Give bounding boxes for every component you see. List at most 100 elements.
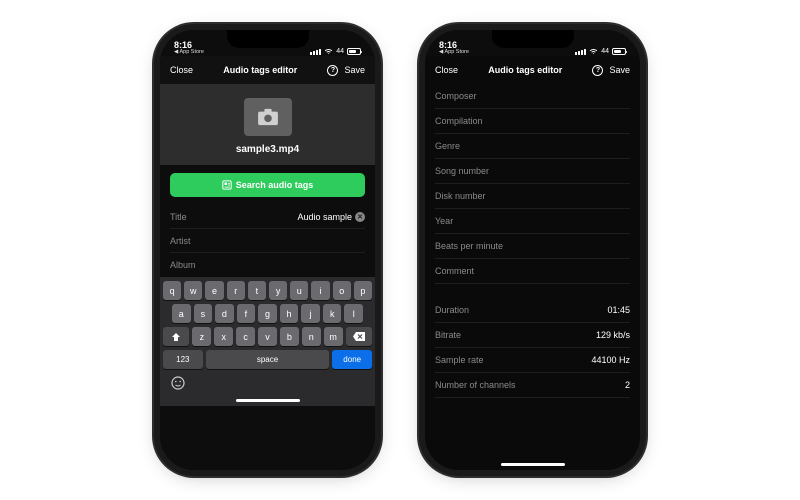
wifi-icon	[324, 48, 333, 55]
key-r[interactable]: r	[227, 281, 245, 300]
key-x[interactable]: x	[214, 327, 233, 346]
close-button[interactable]: Close	[170, 65, 193, 75]
field-title[interactable]: Title Audio sample ✕	[170, 205, 365, 229]
field-album[interactable]: Album	[170, 253, 365, 277]
nav-bar: Close Audio tags editor ? Save	[425, 56, 640, 84]
shift-icon	[171, 332, 181, 342]
key-z[interactable]: z	[192, 327, 211, 346]
field-value: 2	[625, 380, 630, 390]
phone-right: 8:16 ◀ App Store 44 Close Audio tags edi…	[425, 30, 640, 470]
status-right: 44	[575, 48, 626, 55]
artwork-section: sample3.mp4	[160, 84, 375, 165]
field-label: Disk number	[435, 191, 486, 201]
status-right: 44	[310, 48, 361, 55]
field-label: Composer	[435, 91, 477, 101]
key-a[interactable]: a	[172, 304, 191, 323]
key-b[interactable]: b	[280, 327, 299, 346]
field-artist-label: Artist	[170, 236, 191, 246]
battery-icon	[612, 48, 626, 55]
key-h[interactable]: h	[280, 304, 299, 323]
key-v[interactable]: v	[258, 327, 277, 346]
key-t[interactable]: t	[248, 281, 266, 300]
field-album-label: Album	[170, 260, 196, 270]
wifi-icon	[589, 48, 598, 55]
home-indicator[interactable]	[236, 399, 300, 402]
clear-icon[interactable]: ✕	[355, 212, 365, 222]
field-comment[interactable]: Comment	[435, 259, 630, 284]
help-icon[interactable]: ?	[327, 65, 338, 76]
field-disk-number[interactable]: Disk number	[435, 184, 630, 209]
status-back-label: App Store	[444, 49, 468, 55]
home-indicator[interactable]	[501, 463, 565, 466]
filename-label: sample3.mp4	[236, 144, 299, 155]
field-compilation[interactable]: Compilation	[435, 109, 630, 134]
key-l[interactable]: l	[344, 304, 363, 323]
artwork-placeholder[interactable]	[244, 98, 292, 136]
key-123[interactable]: 123	[163, 350, 203, 369]
search-button-label: Search audio tags	[236, 180, 314, 190]
field-bitrate: Bitrate 129 kb/s	[435, 323, 630, 348]
field-beats-per-minute[interactable]: Beats per minute	[435, 234, 630, 259]
key-q[interactable]: q	[163, 281, 181, 300]
signal-icon	[310, 49, 321, 55]
nav-bar: Close Audio tags editor ? Save	[160, 56, 375, 84]
key-s[interactable]: s	[194, 304, 213, 323]
key-space[interactable]: space	[206, 350, 330, 369]
field-composer[interactable]: Composer	[435, 84, 630, 109]
page-title: Audio tags editor	[223, 65, 297, 75]
key-n[interactable]: n	[302, 327, 321, 346]
page-title: Audio tags editor	[488, 65, 562, 75]
field-value: 129 kb/s	[596, 330, 630, 340]
status-back-label: App Store	[179, 49, 203, 55]
battery-icon	[347, 48, 361, 55]
field-label: Bitrate	[435, 330, 461, 340]
key-d[interactable]: d	[215, 304, 234, 323]
field-label: Sample rate	[435, 355, 484, 365]
help-icon[interactable]: ?	[592, 65, 603, 76]
field-label: Song number	[435, 166, 489, 176]
field-value: 01:45	[607, 305, 630, 315]
key-shift[interactable]	[163, 327, 189, 346]
save-button[interactable]: Save	[609, 65, 630, 75]
status-back-crumb[interactable]: ◀ App Store	[439, 50, 469, 56]
field-year[interactable]: Year	[435, 209, 630, 234]
key-i[interactable]: i	[311, 281, 329, 300]
search-audio-tags-button[interactable]: Search audio tags	[170, 173, 365, 197]
key-m[interactable]: m	[324, 327, 343, 346]
field-duration: Duration01:45	[435, 298, 630, 323]
key-j[interactable]: j	[301, 304, 320, 323]
field-label: Compilation	[435, 116, 483, 126]
field-label: Genre	[435, 141, 460, 151]
status-back-crumb[interactable]: ◀ App Store	[174, 50, 204, 56]
key-o[interactable]: o	[333, 281, 351, 300]
key-c[interactable]: c	[236, 327, 255, 346]
editable-fields: Composer Compilation Genre Song number Disk …	[425, 84, 640, 284]
search-tags-icon	[222, 180, 232, 190]
key-f[interactable]: f	[237, 304, 256, 323]
key-y[interactable]: y	[269, 281, 287, 300]
signal-icon	[575, 49, 586, 55]
save-button[interactable]: Save	[344, 65, 365, 75]
field-genre[interactable]: Genre	[435, 134, 630, 159]
field-label: Number of channels	[435, 380, 516, 390]
emoji-icon[interactable]	[171, 376, 185, 390]
field-sample-rate: Sample rate44100 Hz	[435, 348, 630, 373]
phone-left: 8:16 ◀ App Store 44 Close Audio tags edi…	[160, 30, 375, 470]
key-p[interactable]: p	[354, 281, 372, 300]
keyboard: qwertyuiop asdfghjkl zxcvbnm 123 space d…	[160, 277, 375, 406]
notch	[492, 30, 574, 48]
battery-percent: 44	[601, 48, 609, 55]
key-u[interactable]: u	[290, 281, 308, 300]
notch	[227, 30, 309, 48]
key-e[interactable]: e	[205, 281, 223, 300]
key-g[interactable]: g	[258, 304, 277, 323]
key-k[interactable]: k	[323, 304, 342, 323]
field-song-number[interactable]: Song number	[435, 159, 630, 184]
key-w[interactable]: w	[184, 281, 202, 300]
key-backspace[interactable]	[346, 327, 372, 346]
field-number-of-channels: Number of channels 2	[435, 373, 630, 398]
close-button[interactable]: Close	[435, 65, 458, 75]
battery-percent: 44	[336, 48, 344, 55]
key-done[interactable]: done	[332, 350, 372, 369]
field-artist[interactable]: Artist	[170, 229, 365, 253]
